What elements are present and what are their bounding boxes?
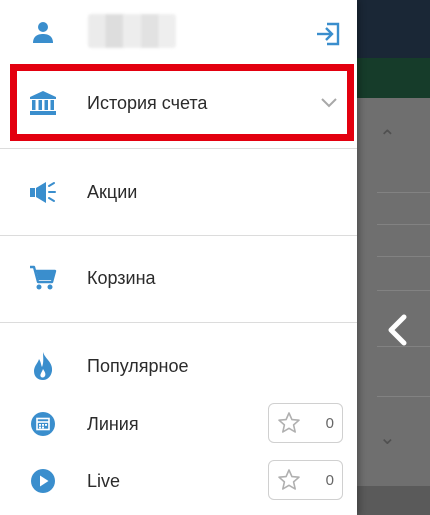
flame-icon xyxy=(28,351,58,381)
menu-item-label: Live xyxy=(87,471,121,491)
user-name xyxy=(88,14,176,48)
logout-icon xyxy=(317,22,340,46)
menu-item-cart[interactable]: Корзина xyxy=(0,246,357,310)
play-icon xyxy=(28,466,58,496)
background-footer xyxy=(357,486,430,515)
highlight-frame xyxy=(10,64,354,141)
favorites-count: 0 xyxy=(325,472,334,489)
menu-item-label: Акции xyxy=(87,182,138,202)
chevron-left-icon xyxy=(388,314,407,346)
background-chevron-up-icon: ⌃ xyxy=(379,127,396,149)
background-divider xyxy=(377,396,430,397)
user-icon xyxy=(28,17,58,47)
background-header xyxy=(357,0,430,58)
close-drawer-button[interactable] xyxy=(371,304,423,356)
background-divider xyxy=(377,224,430,225)
background-app: ⌃ ⌄ xyxy=(357,0,430,515)
megaphone-icon xyxy=(28,177,58,207)
navigation-drawer: История счета Акции Корзина Популярное Л… xyxy=(0,0,357,515)
star-icon xyxy=(278,412,300,433)
background-divider xyxy=(377,290,430,291)
logout-button[interactable] xyxy=(314,20,342,48)
divider xyxy=(0,235,357,236)
cart-icon xyxy=(28,263,58,293)
divider xyxy=(0,148,357,149)
favorites-live-button[interactable]: 0 xyxy=(268,460,343,500)
star-icon xyxy=(278,469,300,490)
background-divider xyxy=(377,256,430,257)
menu-item-label: Корзина xyxy=(87,268,156,288)
calendar-icon xyxy=(28,409,58,439)
favorites-count: 0 xyxy=(325,415,334,432)
drawer-header xyxy=(0,0,357,64)
menu-item-promotions[interactable]: Акции xyxy=(0,160,357,224)
menu-item-popular[interactable]: Популярное xyxy=(0,334,357,398)
background-chevron-down-icon: ⌄ xyxy=(379,427,396,449)
background-subheader xyxy=(357,58,430,98)
menu-item-label: Линия xyxy=(87,414,139,434)
favorites-line-button[interactable]: 0 xyxy=(268,403,343,443)
menu-item-label: Популярное xyxy=(87,356,189,376)
background-divider xyxy=(377,192,430,193)
divider xyxy=(0,322,357,323)
